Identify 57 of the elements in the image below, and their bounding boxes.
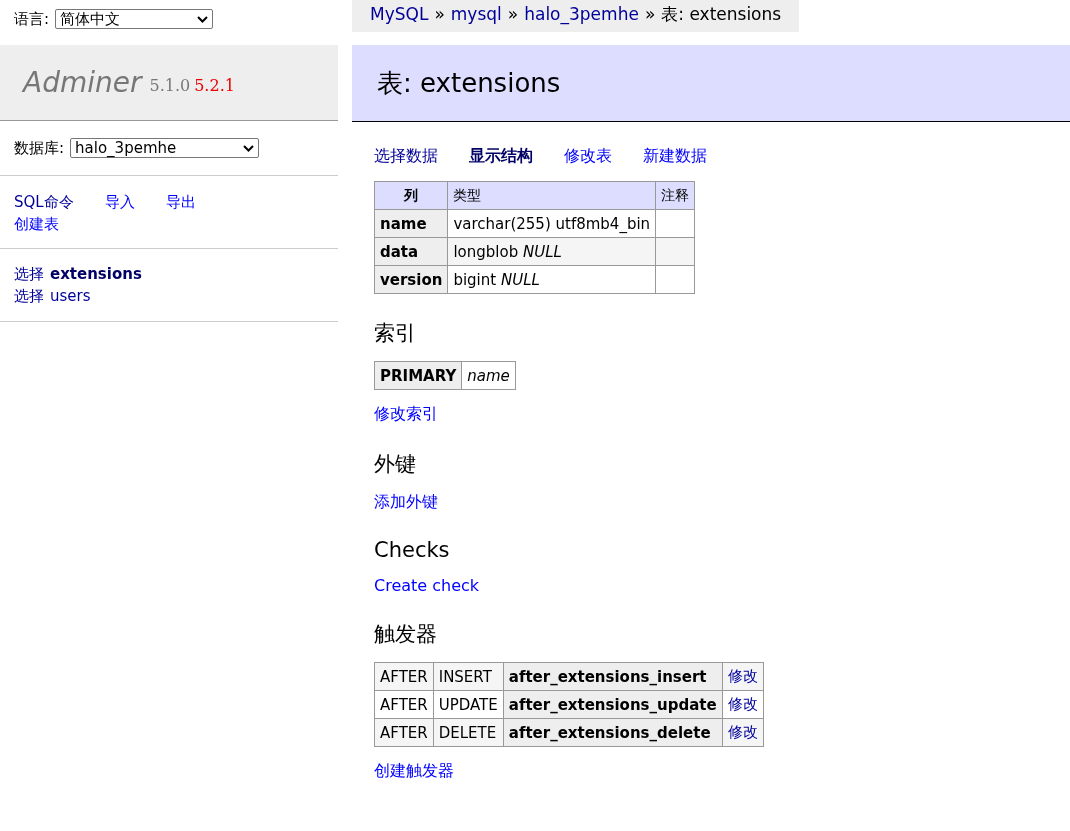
database-label: 数据库: [14,138,65,158]
select-table-link[interactable]: 选择 [14,285,44,307]
add-foreign-key-link[interactable]: 添加外键 [374,492,438,511]
tab-link[interactable]: 修改表 [564,146,612,167]
section-heading: Checks [374,538,451,562]
chevron-icon [243,144,255,152]
table-cell: after_extensions_update [503,690,723,719]
breadcrumb-link[interactable]: mysql [450,2,502,26]
table-cell: after_extensions_delete [503,718,723,747]
select-table-link[interactable]: 选择 [14,263,44,285]
breadcrumb-separator: » [507,3,519,26]
table-cell: version [374,265,448,294]
column-header: 注释 [655,181,695,210]
table-link[interactable]: users [50,285,91,307]
table-cell: AFTER [374,662,434,691]
sidebar-link[interactable]: 创建表 [14,213,59,235]
table-cell: PRIMARY [374,361,462,390]
breadcrumb-current: 表: extensions [661,3,782,26]
section-heading: 外键 [374,451,417,478]
new-version-link[interactable]: 5.2.1 [194,76,235,95]
table-cell: UPDATE [433,690,504,719]
table-cell: INSERT [433,662,504,691]
section-heading: 索引 [374,320,417,347]
breadcrumb-separator: » [434,3,445,26]
table-cell: name [374,209,448,238]
column-header: 列 [374,181,448,210]
table-cell: AFTER [374,718,434,747]
language-label: 语言: [14,9,50,29]
column-header: 类型 [447,181,656,210]
language-select[interactable]: 简体中文 [55,9,214,29]
table-cell: bigint NULL [447,265,656,294]
tab-link[interactable]: 新建数据 [643,146,707,167]
version-text: 5.1.0 [149,76,191,95]
breadcrumb-link[interactable]: MySQL [370,2,429,26]
tab-link[interactable]: 选择数据 [374,146,438,167]
section-heading: 触发器 [374,621,438,648]
table-cell: varchar(255) utf8mb4_bin [447,209,656,238]
table-cell: after_extensions_insert [503,662,723,691]
table-cell: DELETE [433,718,504,747]
table-cell: longblob NULL [447,237,656,266]
tab-link[interactable]: 显示结构 [469,146,533,167]
create-check-link[interactable]: Create check [374,576,480,595]
page-title: 表: extensions [352,45,1070,122]
app-name[interactable]: Adminer [23,66,142,99]
sidebar-link[interactable]: 导出 [165,191,196,213]
sidebar-link[interactable]: SQL命令 [14,191,74,213]
table-link[interactable]: extensions [50,263,142,285]
create-trigger-link[interactable]: 创建触发器 [374,761,454,780]
chevron-icon [197,15,209,23]
table-cell: name [461,361,516,390]
breadcrumb-link[interactable]: halo_3pemhe [524,2,639,26]
breadcrumb-separator: » [644,3,656,26]
sidebar-link[interactable]: 导入 [104,191,135,213]
table-cell: data [374,237,448,266]
edit-indexes-link[interactable]: 修改索引 [374,404,438,423]
database-select[interactable]: halo_3pemhe [70,138,260,158]
table-cell: AFTER [374,690,434,719]
